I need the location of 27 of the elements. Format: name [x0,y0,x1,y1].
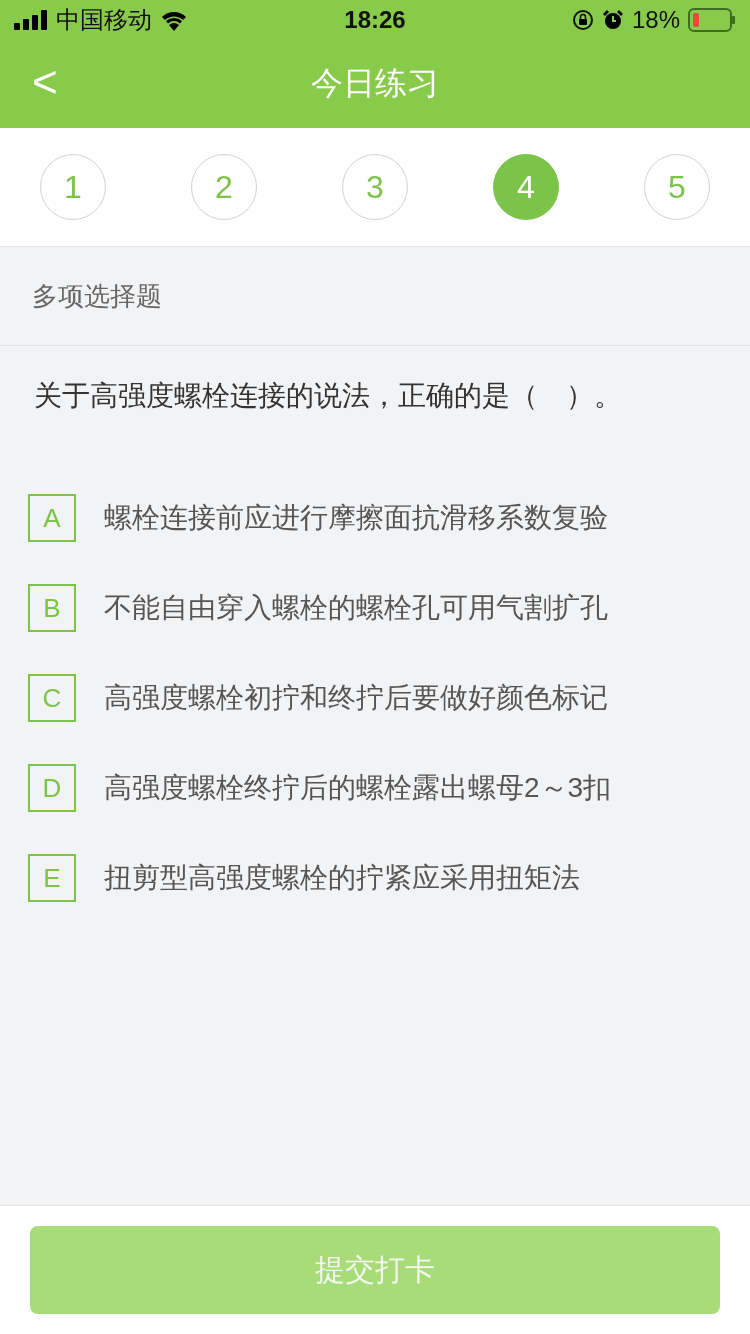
step-button[interactable]: 1 [40,154,106,220]
alarm-icon [601,9,624,31]
battery-percent: 18% [631,6,680,34]
option-checkbox[interactable]: D [28,764,76,812]
battery-icon [688,8,736,32]
option-text[interactable]: 高强度螺栓初拧和终拧后要做好颜色标记 [104,675,608,721]
question-type: 多项选择题 [0,247,750,346]
rotation-lock-icon [571,9,594,31]
step-button[interactable]: 5 [644,154,710,220]
wifi-icon [160,9,188,31]
signal-icon [14,10,48,30]
carrier-name: 中国移动 [56,5,152,35]
page-title: 今日练习 [311,64,439,103]
back-button[interactable]: < [26,58,64,106]
question-text: 关于高强度螺栓连接的说法，正确的是（ ）。 [33,379,623,413]
step-button[interactable]: 3 [342,154,408,220]
option-checkbox[interactable]: A [28,494,76,542]
clock-time: 18:26 [344,6,406,34]
step-button[interactable]: 4 [493,154,559,220]
option-checkbox[interactable]: E [28,854,76,902]
option-text[interactable]: 不能自由穿入螺栓的螺栓孔可用气割扩孔 [104,585,608,631]
option-text[interactable]: 高强度螺栓终拧后的螺栓露出螺母2～3扣 [104,765,612,811]
option-checkbox[interactable]: C [28,674,76,722]
option-text[interactable]: 螺栓连接前应进行摩擦面抗滑移系数复验 [104,495,608,541]
option-checkbox[interactable]: B [28,584,76,632]
step-button[interactable]: 2 [191,154,257,220]
option-text[interactable]: 扭剪型高强度螺栓的拧紧应采用扭矩法 [104,855,580,901]
